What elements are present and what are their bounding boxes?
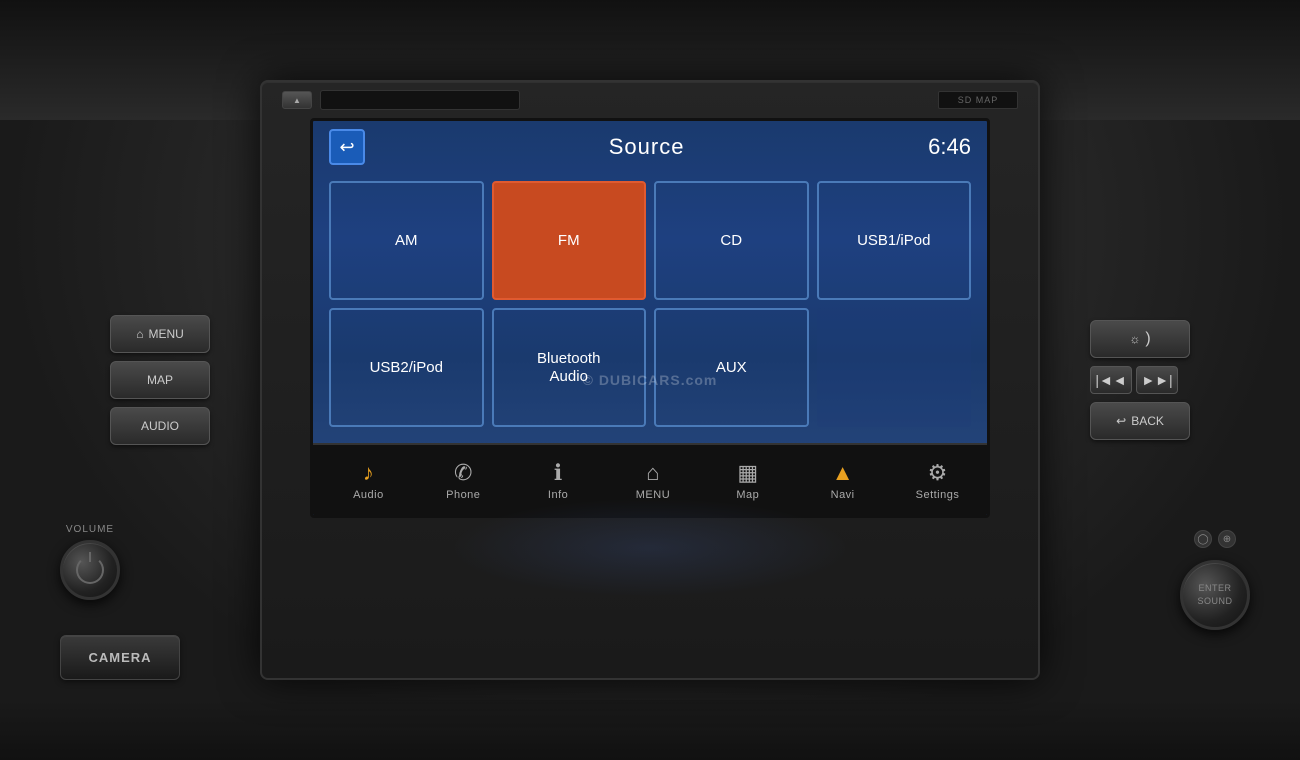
source-fm-button[interactable]: FM: [492, 181, 647, 300]
nav-menu[interactable]: ⌂ MENU: [618, 460, 688, 501]
back-small-button[interactable]: ↩ BACK: [1090, 402, 1190, 440]
nav-info-label: Info: [548, 489, 568, 501]
brightness-button[interactable]: ☼ ): [1090, 320, 1190, 358]
volume-label: VOLUME: [66, 524, 114, 535]
nav-map-label: Map: [736, 489, 759, 501]
skip-back-icon: |◄◄: [1095, 372, 1126, 388]
screen-header: ↩ Source 6:46: [313, 121, 987, 173]
home-icon: ⌂: [136, 327, 143, 341]
nav-navi[interactable]: ▲ Navi: [808, 460, 878, 501]
source-usb1-button[interactable]: USB1/iPod: [817, 181, 972, 300]
bottom-strip: [0, 700, 1300, 760]
car-panel: ⌂ MENU MAP AUDIO VOLUME CAMERA ▲: [0, 0, 1300, 760]
infotainment-screen: ↩ Source 6:46 AM FM CD USB1/iPod: [310, 118, 990, 518]
power-volume-knob[interactable]: [60, 540, 120, 600]
center-unit: ▲ SD MAP ↩ Source 6:46 AM: [260, 80, 1040, 680]
brightness-icon: ☼: [1129, 332, 1140, 346]
small-icon-2: ⊕: [1218, 530, 1236, 548]
skip-forward-button[interactable]: ►►|: [1136, 366, 1178, 394]
nav-settings[interactable]: ⚙ Settings: [902, 460, 972, 501]
source-cd-button[interactable]: CD: [654, 181, 809, 300]
nav-menu-label: MENU: [636, 489, 670, 501]
source-usb2-button[interactable]: USB2/iPod: [329, 308, 484, 427]
menu-button[interactable]: ⌂ MENU: [110, 315, 210, 353]
enter-sound-knob[interactable]: ENTER SOUND: [1180, 560, 1250, 630]
nav-phone-label: Phone: [446, 489, 480, 501]
eject-button[interactable]: ▲: [282, 91, 312, 109]
menu-nav-icon: ⌂: [646, 460, 659, 486]
navi-nav-icon: ▲: [832, 460, 854, 486]
screen-title: Source: [609, 134, 685, 160]
nav-audio[interactable]: ♪ Audio: [333, 460, 403, 501]
left-controls: ⌂ MENU MAP AUDIO: [110, 315, 210, 445]
source-am-button[interactable]: AM: [329, 181, 484, 300]
navigation-bar: ♪ Audio ✆ Phone ℹ Info ⌂ MENU ▦ Map: [313, 443, 990, 515]
map-nav-icon: ▦: [737, 460, 758, 486]
camera-button[interactable]: CAMERA: [60, 635, 180, 680]
map-button[interactable]: MAP: [110, 361, 210, 399]
source-empty: [817, 308, 972, 427]
cd-slot: [320, 90, 520, 110]
phone-nav-icon: ✆: [454, 460, 472, 486]
skip-forward-icon: ►►|: [1141, 372, 1172, 388]
settings-nav-icon: ⚙: [928, 460, 948, 486]
audio-button[interactable]: AUDIO: [110, 407, 210, 445]
sd-map-slot: SD MAP: [938, 91, 1018, 109]
source-aux-button[interactable]: AUX: [654, 308, 809, 427]
nav-phone[interactable]: ✆ Phone: [428, 460, 498, 501]
media-controls: |◄◄ ►►|: [1090, 366, 1190, 394]
clock-display: 6:46: [928, 134, 971, 160]
small-icon-1: ◯: [1194, 530, 1212, 548]
right-controls: ☼ ) |◄◄ ►►| ↩ BACK: [1090, 320, 1190, 440]
skip-back-button[interactable]: |◄◄: [1090, 366, 1132, 394]
back-small-icon: ↩: [1116, 414, 1126, 428]
power-icon: [76, 556, 104, 584]
nav-audio-label: Audio: [353, 489, 384, 501]
nav-settings-label: Settings: [916, 489, 960, 501]
small-icons-row: ◯ ⊕: [1194, 530, 1236, 548]
top-slot-area: ▲ SD MAP: [262, 82, 1038, 118]
nav-info[interactable]: ℹ Info: [523, 460, 593, 501]
volume-section: VOLUME: [60, 524, 120, 600]
nav-navi-label: Navi: [831, 489, 855, 501]
info-nav-icon: ℹ: [554, 460, 562, 486]
source-bluetooth-button[interactable]: Bluetooth Audio: [492, 308, 647, 427]
back-button[interactable]: ↩: [329, 129, 365, 165]
audio-nav-icon: ♪: [363, 460, 374, 486]
source-grid: AM FM CD USB1/iPod USB2/iPod Bluetooth A…: [313, 173, 987, 443]
enter-sound-section: ◯ ⊕ ENTER SOUND: [1180, 530, 1250, 630]
back-arrow-icon: ↩: [339, 137, 354, 158]
nav-map[interactable]: ▦ Map: [713, 460, 783, 501]
